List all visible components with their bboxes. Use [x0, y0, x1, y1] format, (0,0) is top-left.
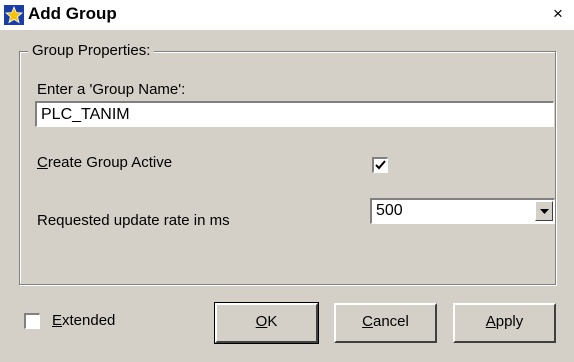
update-rate-label: Requested update rate in ms: [37, 212, 230, 229]
update-rate-select[interactable]: 500: [370, 198, 555, 224]
create-active-checkbox[interactable]: [372, 157, 388, 173]
checkmark-icon: [375, 160, 386, 170]
title-bar: Add Group ×: [0, 0, 574, 30]
create-active-label: Create Group Active: [37, 154, 173, 171]
window-title: Add Group: [28, 4, 117, 23]
group-name-input[interactable]: [35, 101, 554, 127]
dropdown-arrow-button[interactable]: [535, 201, 553, 221]
extended-checkbox[interactable]: [24, 313, 40, 329]
apply-button[interactable]: Apply: [453, 303, 556, 343]
update-rate-value: 500: [376, 202, 403, 219]
cancel-button[interactable]: Cancel: [334, 303, 437, 343]
group-name-label: Enter a 'Group Name':: [37, 81, 186, 98]
app-star-icon: [4, 5, 24, 25]
group-properties-legend: Group Properties:: [28, 42, 155, 59]
ok-button[interactable]: OK: [214, 302, 319, 344]
close-icon[interactable]: ×: [550, 4, 566, 24]
chevron-down-icon: [540, 209, 549, 214]
extended-label: Extended: [52, 312, 116, 329]
